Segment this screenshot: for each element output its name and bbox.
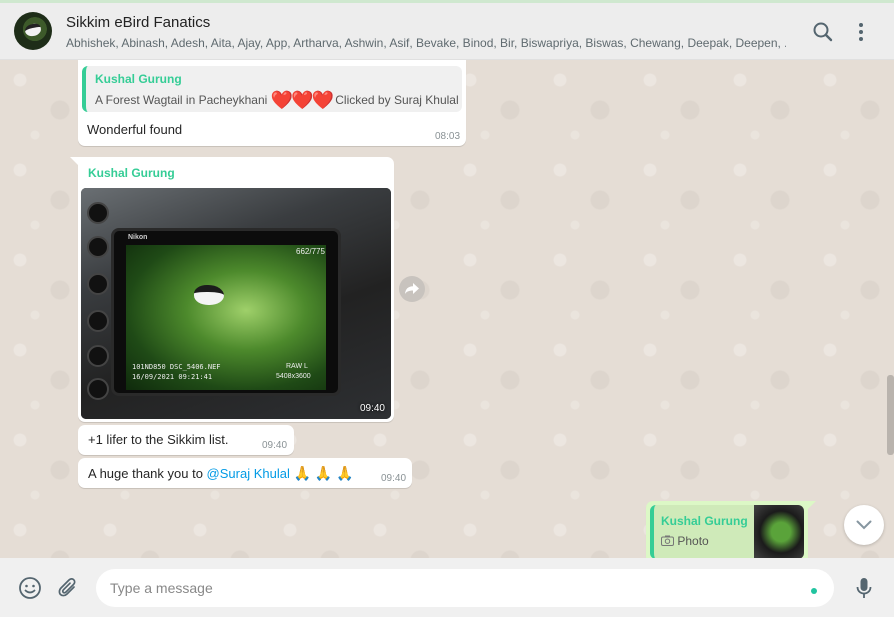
- search-icon[interactable]: [812, 20, 834, 44]
- heart-emoji: ❤️❤️❤️: [270, 90, 334, 110]
- camera-button: [87, 202, 109, 224]
- whatsapp-web-app: Sikkim eBird Fanatics Abhishek, Abinash,…: [0, 0, 894, 617]
- quote-author: Kushal Gurung: [661, 514, 748, 528]
- message-bubble[interactable]: A huge thank you to @Suraj Khulal 🙏 🙏 🙏 …: [78, 458, 412, 488]
- camera-screen: 662/775 101ND850 DSC_5406.NEF 16/09/2021…: [126, 245, 326, 390]
- camera-screen-frame: Nikon 662/775 101ND850 DSC_5406.NEF 16/0…: [111, 228, 341, 396]
- message-bubble[interactable]: Kushal Gurung A Forest Wagtail in Pachey…: [78, 60, 466, 146]
- pray-emoji: 🙏 🙏 🙏: [293, 465, 354, 481]
- group-members[interactable]: Abhishek, Abinash, Adesh, Aita, Ajay, Ap…: [66, 36, 786, 50]
- chat-scrollbar[interactable]: [887, 375, 894, 455]
- quote-text: A Forest Wagtail in Pacheykhani ❤️❤️❤️ C…: [95, 90, 459, 111]
- quote-type-label: Photo: [677, 534, 709, 548]
- quote-author: Kushal Gurung: [95, 72, 182, 86]
- scroll-down-button[interactable]: [844, 505, 884, 545]
- camera-button: [87, 378, 109, 400]
- message-bubble[interactable]: +1 lifer to the Sikkim list. 09:40: [78, 425, 294, 455]
- menu-icon[interactable]: [850, 20, 872, 44]
- message-text: Wonderful found: [87, 122, 183, 137]
- message-composer: [0, 558, 894, 617]
- screen-raw-label: RAW L: [286, 363, 308, 370]
- user-mention[interactable]: @Suraj Khulal: [207, 466, 290, 481]
- message-text: A huge thank you to @Suraj Khulal 🙏 🙏 🙏: [88, 465, 354, 482]
- message-time: 09:40: [262, 440, 288, 451]
- camera-button: [87, 273, 109, 295]
- bird-icon: [23, 22, 43, 38]
- message-text-before: A huge thank you to: [88, 466, 207, 481]
- emoji-icon[interactable]: [18, 576, 42, 600]
- camera-button: [87, 236, 109, 258]
- camera-icon: [661, 534, 677, 548]
- message-photo[interactable]: Nikon 662/775 101ND850 DSC_5406.NEF 16/0…: [81, 188, 391, 419]
- status-dot: [811, 588, 817, 594]
- chevron-down-icon: [856, 520, 872, 530]
- quoted-message[interactable]: Kushal Gurung A Forest Wagtail in Pachey…: [82, 66, 462, 112]
- photo-time: 09:40: [359, 403, 385, 414]
- photo-thumbnail: [754, 505, 804, 558]
- quote-text-after: Clicked by Suraj Khulal: [335, 93, 459, 107]
- image-message-bubble[interactable]: Kushal Gurung Nikon 662/775 101ND850 DSC…: [70, 157, 394, 422]
- camera-button: [87, 345, 109, 367]
- quoted-photo-message[interactable]: Kushal Gurung Photo: [650, 505, 804, 558]
- screen-resolution: 5408x3600: [276, 373, 311, 380]
- camera-body: Nikon 662/775 101ND850 DSC_5406.NEF 16/0…: [81, 188, 391, 419]
- message-time: 09:40: [381, 473, 407, 484]
- wagtail-bird: [194, 285, 224, 305]
- quote-text-before: A Forest Wagtail in Pacheykhani: [95, 93, 268, 107]
- group-avatar[interactable]: [14, 12, 52, 50]
- quote-type: Photo: [661, 534, 709, 548]
- camera-button: [87, 310, 109, 332]
- chat-area[interactable]: Kushal Gurung A Forest Wagtail in Pachey…: [0, 60, 894, 558]
- mic-icon[interactable]: [852, 576, 876, 600]
- group-title[interactable]: Sikkim eBird Fanatics: [66, 14, 210, 31]
- outgoing-message-bubble[interactable]: Kushal Gurung Photo: [646, 501, 816, 558]
- attach-icon[interactable]: [56, 576, 80, 600]
- screen-file-info: 101ND850 DSC_5406.NEF: [132, 363, 221, 371]
- message-time: 08:03: [435, 131, 461, 142]
- message-input[interactable]: [96, 569, 834, 607]
- chat-header: Sikkim eBird Fanatics Abhishek, Abinash,…: [0, 0, 894, 60]
- forward-icon[interactable]: [399, 276, 425, 302]
- screen-counter: 662/775: [296, 247, 325, 256]
- screen-date-info: 16/09/2021 09:21:41: [132, 373, 213, 381]
- camera-brand: Nikon: [128, 234, 148, 241]
- message-text: +1 lifer to the Sikkim list.: [88, 432, 229, 447]
- message-author[interactable]: Kushal Gurung: [88, 166, 175, 180]
